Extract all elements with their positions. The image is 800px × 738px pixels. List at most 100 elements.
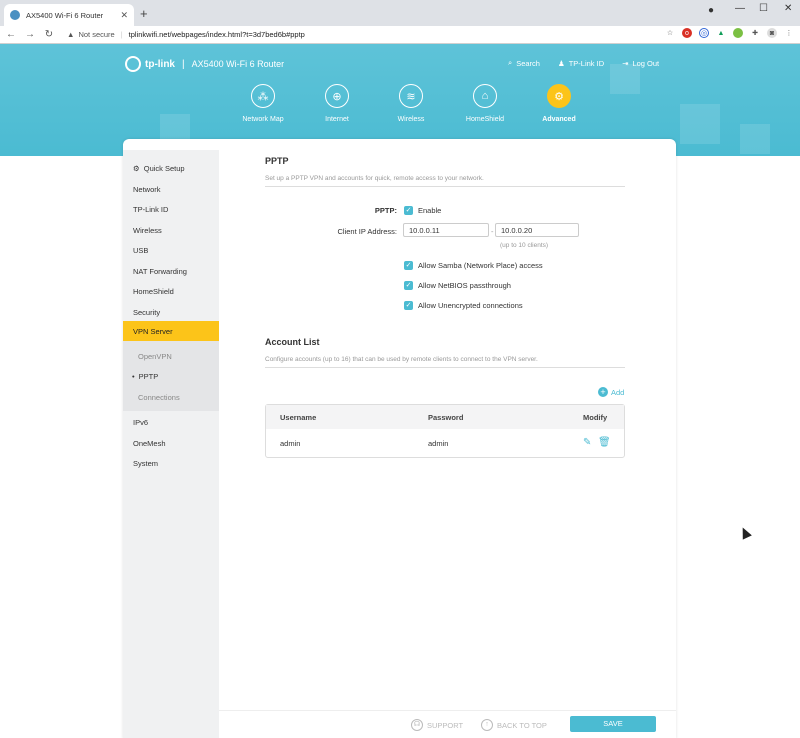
row-password: admin — [428, 439, 449, 448]
sidebar-item-usb[interactable]: USB — [133, 246, 148, 255]
sidebar-sub-pptp[interactable]: • PPTP — [132, 372, 158, 381]
gear-icon: ⚙ — [547, 84, 571, 108]
logout-link[interactable]: ⇥ Log Out — [622, 58, 659, 68]
sidebar-item-system[interactable]: System — [133, 459, 158, 468]
nav-label: Advanced — [542, 116, 576, 123]
add-account-button[interactable]: + Add — [598, 387, 624, 397]
header-decor — [680, 104, 720, 144]
ip-start-input[interactable]: 10.0.0.11 — [403, 223, 489, 237]
close-tab-icon[interactable]: ✕ — [120, 10, 128, 21]
column-modify: Modify — [583, 413, 608, 422]
header-links: ⌕ Search ♟ TP-Link ID ⇥ Log Out — [508, 58, 659, 68]
sidebar-item-label: Quick Setup — [143, 164, 185, 173]
sidebar-sub-connections[interactable]: Connections — [138, 393, 180, 402]
netbios-checkbox[interactable]: ✓ — [404, 281, 413, 290]
account-list-description: Configure accounts (up to 16) that can b… — [265, 356, 625, 368]
ip-range-dash: - — [491, 227, 494, 236]
edit-icon[interactable]: ✎ — [583, 437, 591, 448]
sidebar-item-ipv6[interactable]: IPv6 — [133, 418, 148, 427]
extension-green-icon[interactable] — [733, 28, 743, 38]
globe-icon: ⊕ — [325, 84, 349, 108]
sidebar-item-tplink-id[interactable]: TP-Link ID — [133, 205, 168, 214]
tplink-favicon-icon — [10, 10, 20, 20]
nav-label: HomeShield — [465, 116, 505, 123]
back-icon[interactable]: ← — [3, 29, 19, 40]
enable-checkbox[interactable]: ✓ — [404, 206, 413, 215]
url-text[interactable]: tplinkwifi.net/webpages/index.html?t=3d7… — [129, 30, 305, 39]
samba-label: Allow Samba (Network Place) access — [418, 261, 543, 270]
row-username: admin — [280, 439, 301, 448]
sidebar-item-network[interactable]: Network — [133, 185, 161, 194]
logout-label: Log Out — [632, 58, 660, 68]
tplink-logo[interactable]: tp-link | AX5400 Wi-Fi 6 Router — [125, 56, 284, 72]
arrow-up-icon: ↑ — [481, 719, 493, 731]
unencrypted-checkbox[interactable]: ✓ — [404, 301, 413, 310]
menu-dots-icon[interactable]: ⋮ — [784, 28, 794, 38]
search-link[interactable]: ⌕ Search — [508, 58, 540, 68]
brand-name: tp-link — [145, 58, 175, 70]
column-password: Password — [428, 413, 464, 422]
profile-avatar-icon[interactable]: ◙ — [767, 28, 777, 38]
browser-tab[interactable]: AX5400 Wi-Fi 6 Router ✕ — [4, 4, 134, 26]
close-window-button[interactable]: ✕ — [784, 3, 792, 14]
search-icon: ⌕ — [508, 58, 513, 67]
nav-homeshield[interactable]: ⌂ HomeShield — [448, 84, 522, 123]
back-to-top-label: BACK TO TOP — [497, 720, 547, 730]
bookmark-star-icon[interactable]: ☆ — [665, 28, 675, 38]
pptp-label: PPTP: — [374, 206, 397, 215]
search-label: Search — [516, 58, 540, 68]
sidebar-item-homeshield[interactable]: HomeShield — [133, 287, 174, 296]
extension-icons: ☆ o ◎ ▲ ✚ ◙ ⋮ — [665, 28, 794, 38]
account-table: Username Password Modify admin admin ✎ 🗑 — [265, 404, 625, 458]
reload-icon[interactable]: ↻ — [41, 29, 57, 40]
nav-label: Internet — [325, 116, 349, 123]
drive-icon[interactable]: ▲ — [716, 28, 726, 38]
address-bar[interactable]: ▲ Not secure | tplinkwifi.net/webpages/i… — [67, 30, 305, 39]
sidebar-item-nat-forwarding[interactable]: NAT Forwarding — [133, 267, 187, 276]
trash-icon[interactable]: 🗑 — [598, 437, 611, 448]
tplink-id-link[interactable]: ♟ TP-Link ID — [558, 58, 604, 68]
nav-label: Network Map — [242, 116, 284, 123]
network-map-icon: ⁂ — [251, 84, 275, 108]
sidebar-item-quick-setup[interactable]: ⚙ Quick Setup — [133, 164, 185, 173]
samba-checkbox[interactable]: ✓ — [404, 261, 413, 270]
minimize-button[interactable]: — — [735, 3, 745, 14]
main-nav: ⁂ Network Map ⊕ Internet ≋ Wireless ⌂ Ho… — [226, 84, 596, 123]
nav-label: Wireless — [397, 116, 425, 123]
nav-advanced[interactable]: ⚙ Advanced — [522, 84, 596, 123]
extension-red-icon[interactable]: o — [682, 28, 692, 38]
support-button[interactable]: ☊ SUPPORT — [411, 719, 463, 731]
wifi-icon: ≋ — [399, 84, 423, 108]
logout-icon: ⇥ — [622, 58, 629, 68]
maximize-button[interactable]: ☐ — [759, 3, 768, 14]
nav-network-map[interactable]: ⁂ Network Map — [226, 84, 300, 123]
profile-icon[interactable]: ● — [708, 5, 714, 16]
warning-icon: ▲ — [67, 30, 75, 39]
active-bullet-icon: • — [132, 372, 135, 381]
address-separator: | — [120, 30, 123, 39]
browser-toolbar: ← → ↻ ▲ Not secure | tplinkwifi.net/webp… — [0, 26, 800, 44]
logo-divider: | — [182, 58, 185, 70]
sidebar-item-security[interactable]: Security — [133, 308, 160, 317]
sidebar-item-onemesh[interactable]: OneMesh — [133, 439, 166, 448]
puzzle-icon[interactable]: ✚ — [750, 28, 760, 38]
tab-title: AX5400 Wi-Fi 6 Router — [26, 10, 104, 20]
sidebar: ⚙ Quick Setup Network TP-Link ID Wireles… — [123, 150, 219, 738]
nav-internet[interactable]: ⊕ Internet — [300, 84, 374, 123]
client-ip-label: Client IP Address: — [337, 227, 397, 236]
add-label: Add — [611, 387, 625, 397]
sidebar-item-vpn-server[interactable]: VPN Server — [133, 327, 173, 336]
header-decor — [740, 124, 770, 154]
nav-wireless[interactable]: ≋ Wireless — [374, 84, 448, 123]
ip-end-input[interactable]: 10.0.0.20 — [495, 223, 579, 237]
netbios-label: Allow NetBIOS passthrough — [418, 281, 511, 290]
enable-label: Enable — [418, 206, 442, 215]
back-to-top-button[interactable]: ↑ BACK TO TOP — [481, 719, 547, 731]
sidebar-item-wireless[interactable]: Wireless — [133, 226, 162, 235]
sidebar-sub-openvpn[interactable]: OpenVPN — [138, 352, 172, 361]
forward-icon[interactable]: → — [22, 29, 38, 40]
extension-blue-icon[interactable]: ◎ — [699, 28, 709, 38]
save-button[interactable]: SAVE — [570, 716, 656, 732]
ip-hint: (up to 10 clients) — [500, 242, 549, 249]
new-tab-button[interactable]: + — [140, 6, 148, 21]
